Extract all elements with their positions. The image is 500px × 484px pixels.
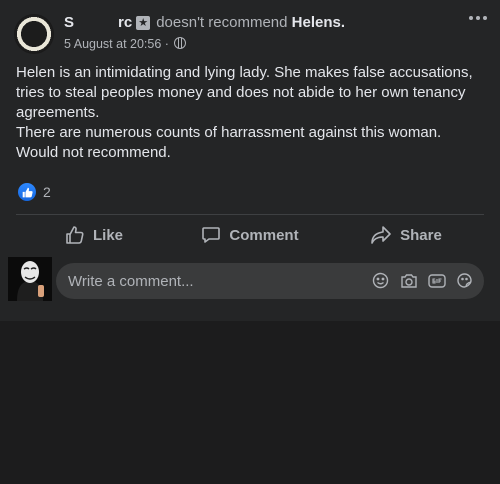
badge-star-icon: ★ [136,16,151,30]
emoji-icon[interactable] [371,271,390,290]
author-avatar[interactable] [14,14,54,54]
reaction-count: 2 [43,184,51,200]
share-button[interactable]: Share [328,218,484,252]
review-post-card: Src ★ doesn't recommend Helens. 5 August a… [0,0,500,321]
reactions-summary[interactable]: 2 [18,182,51,202]
share-label: Share [400,226,442,244]
post-paragraph: Would not recommend. [16,144,171,161]
comment-label: Comment [229,226,299,244]
comment-input[interactable]: Write a comment... [56,263,484,299]
comment-tools [371,271,474,290]
globe-icon [174,37,187,49]
sticker-icon[interactable] [455,271,474,290]
camera-icon[interactable] [399,271,418,290]
comment-icon [202,227,221,243]
dot-icon [476,16,480,20]
post-header: Src ★ doesn't recommend Helens. 5 August a… [14,10,486,54]
divider [16,214,484,215]
meta-separator: · [164,37,169,51]
share-icon [371,226,391,244]
post-paragraph: There are numerous counts of harrassment… [16,124,442,141]
dot-icon [469,16,473,20]
post-actions: Like Comment Share [16,218,484,252]
post-title-line: Src ★ doesn't recommend Helens. [64,14,345,31]
post-paragraph: Helen is an intimidating and lying lady.… [16,64,473,121]
post-timestamp[interactable]: 5 August at 20:56 [64,37,161,51]
thumbs-up-icon [66,226,84,244]
comment-composer: Write a comment... [8,256,484,302]
post-meta: 5 August at 20:56 · [64,37,187,51]
more-options-button[interactable] [468,12,488,24]
comment-placeholder: Write a comment... [68,273,194,290]
gif-icon[interactable] [427,271,446,290]
recommend-status: doesn't recommend [156,14,288,31]
author-name[interactable]: Src [64,14,132,31]
commenter-avatar[interactable] [8,257,52,301]
like-label: Like [92,226,123,244]
dot-icon [483,16,487,20]
page-name-link[interactable]: Helens. [292,14,345,31]
comment-button[interactable]: Comment [172,218,328,252]
post-body: Helen is an intimidating and lying lady.… [16,63,484,163]
like-reaction-icon [18,183,36,201]
like-button[interactable]: Like [16,218,172,252]
